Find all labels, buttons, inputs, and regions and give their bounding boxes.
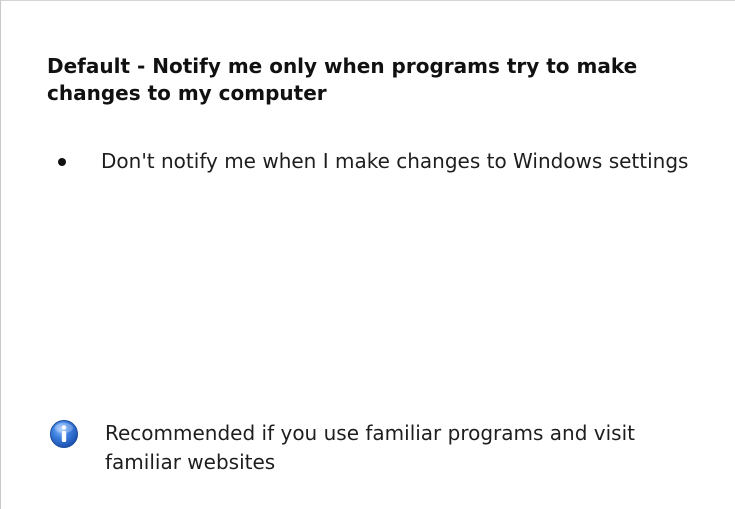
uac-description-panel: Default - Notify me only when programs t…	[0, 0, 735, 509]
setting-details-list: Don't notify me when I make changes to W…	[57, 147, 697, 176]
bullet-icon	[58, 158, 66, 166]
setting-title: Default - Notify me only when programs t…	[47, 54, 638, 105]
recommendation-text: Recommended if you use familiar programs…	[105, 421, 635, 474]
list-item: Don't notify me when I make changes to W…	[57, 147, 697, 176]
info-icon	[49, 419, 79, 449]
list-item-text: Don't notify me when I make changes to W…	[101, 149, 689, 173]
